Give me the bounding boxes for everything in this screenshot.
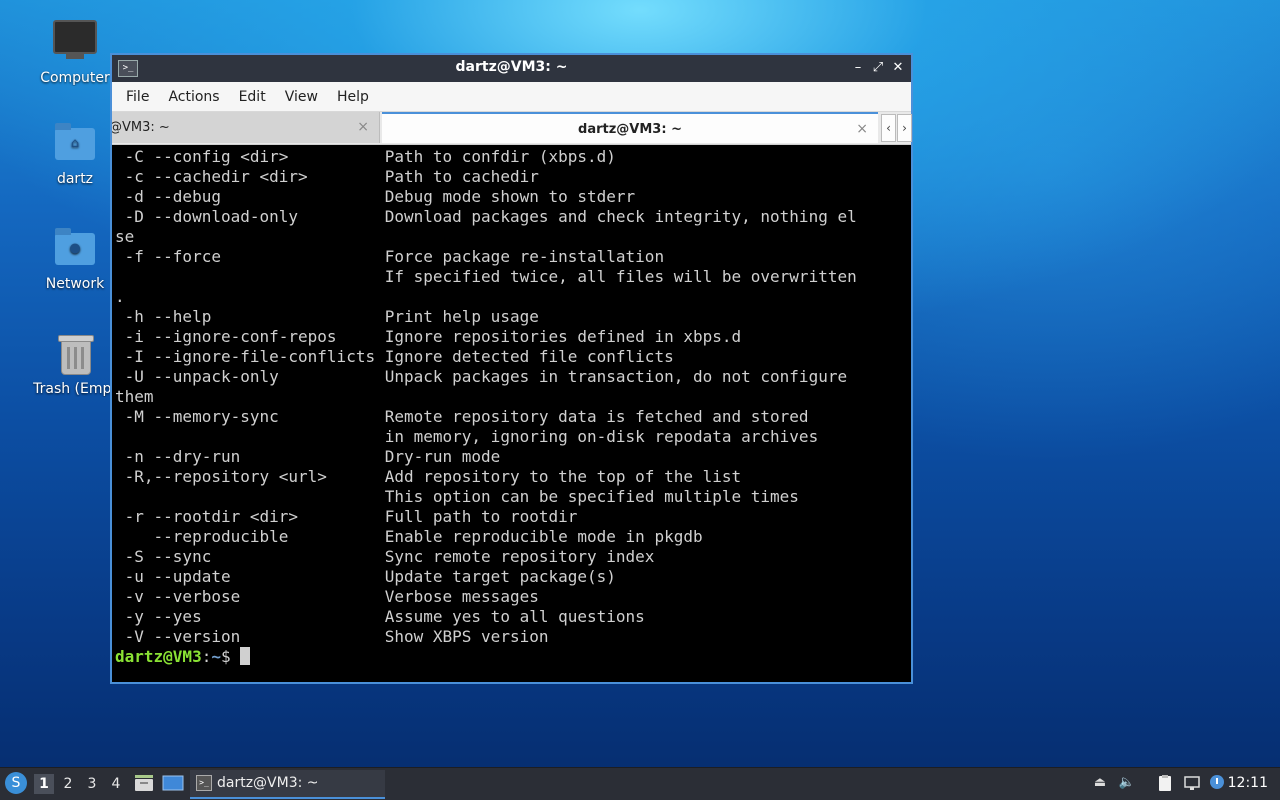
terminal-line: -D --download-only Download packages and…: [115, 207, 857, 226]
terminal-line: in memory, ignoring on-disk repodata arc…: [115, 427, 819, 446]
clock[interactable]: 12:11: [1228, 775, 1268, 791]
network-icon[interactable]: [1183, 774, 1201, 792]
task-label: dartz@VM3: ~: [217, 775, 319, 791]
terminal-line: -n --dry-run Dry-run mode: [115, 447, 501, 466]
prompt-path: ~: [211, 647, 221, 666]
clipboard-icon[interactable]: [1156, 774, 1174, 792]
menu-file[interactable]: File: [118, 89, 157, 105]
tab-bar: @VM3: ~ × dartz@VM3: ~ × ‹ ›: [112, 112, 912, 145]
terminal-line: se: [115, 227, 135, 246]
prompt-colon: :: [201, 647, 212, 666]
terminal-icon: >_: [196, 775, 212, 791]
tab-scroll-right-icon[interactable]: ›: [897, 114, 912, 142]
minimize-button[interactable]: –: [849, 58, 867, 78]
tab-1[interactable]: @VM3: ~ ×: [112, 112, 380, 143]
tab-scroll-left-icon[interactable]: ‹: [881, 114, 896, 142]
workspace-1[interactable]: 1: [34, 774, 54, 794]
terminal-window[interactable]: >_ dartz@VM3: ~ – ⤢ ✕ File Actions Edit …: [110, 53, 913, 684]
network-folder-icon: ●: [52, 226, 98, 272]
terminal-line: -M --memory-sync Remote repository data …: [115, 407, 809, 426]
workspace-2[interactable]: 2: [58, 774, 78, 794]
terminal-line: -r --rootdir <dir> Full path to rootdir: [115, 507, 578, 526]
menu-help[interactable]: Help: [329, 89, 377, 105]
terminal-line: This option can be specified multiple ti…: [115, 487, 799, 506]
terminal-line: -U --unpack-only Unpack packages in tran…: [115, 367, 848, 386]
computer-icon: [52, 20, 98, 66]
terminal-line: .: [115, 287, 125, 306]
maximize-button[interactable]: ⤢: [869, 58, 887, 78]
terminal-line: -R,--repository <url> Add repository to …: [115, 467, 742, 486]
terminal-line: -d --debug Debug mode shown to stderr: [115, 187, 636, 206]
terminal-line: -y --yes Assume yes to all questions: [115, 607, 645, 626]
terminal-line: -C --config <dir> Path to confdir (xbps.…: [115, 147, 616, 166]
terminal-line: --reproducible Enable reproducible mode …: [115, 527, 703, 546]
terminal-line: -V --version Show XBPS version: [115, 627, 549, 646]
close-button[interactable]: ✕: [889, 58, 907, 78]
eject-icon[interactable]: ⏏: [1091, 774, 1109, 792]
menu-actions[interactable]: Actions: [160, 89, 227, 105]
tab-2-active[interactable]: dartz@VM3: ~ ×: [382, 112, 878, 143]
void-logo-icon[interactable]: S: [5, 772, 27, 794]
tab-label: dartz@VM3: ~: [578, 122, 682, 137]
terminal-line: -I --ignore-file-conflicts Ignore detect…: [115, 347, 674, 366]
show-desktop-icon[interactable]: [162, 774, 184, 792]
prompt-line[interactable]: dartz@VM3:~$: [115, 647, 911, 667]
taskbar-item-terminal[interactable]: >_ dartz@VM3: ~: [190, 770, 385, 799]
tab-close-icon[interactable]: ×: [856, 114, 868, 143]
update-notifier-icon[interactable]: [1208, 774, 1226, 792]
tab-label: @VM3: ~: [112, 120, 170, 135]
text-cursor: [240, 647, 251, 665]
workspace-3[interactable]: 3: [82, 774, 102, 794]
tab-close-icon[interactable]: ×: [357, 112, 369, 143]
terminal-line: If specified twice, all files will be ov…: [115, 267, 857, 286]
terminal-line: -v --verbose Verbose messages: [115, 587, 539, 606]
terminal-line: -h --help Print help usage: [115, 307, 539, 326]
trash-icon: [52, 331, 98, 377]
taskbar: S 1 2 3 4 >_ dartz@VM3: ~ ⏏ 🔈 12:11: [0, 767, 1280, 800]
terminal-line: -i --ignore-conf-repos Ignore repositori…: [115, 327, 742, 346]
prompt-symbol: $: [220, 647, 241, 666]
window-titlebar[interactable]: >_ dartz@VM3: ~ – ⤢ ✕: [112, 55, 911, 82]
terminal-line: -f --force Force package re-installation: [115, 247, 665, 266]
window-title: dartz@VM3: ~: [455, 59, 568, 75]
volume-icon[interactable]: 🔈: [1118, 774, 1136, 792]
prompt-user: dartz@VM3: [115, 647, 202, 666]
menu-edit[interactable]: Edit: [231, 89, 274, 105]
file-manager-icon[interactable]: [134, 774, 154, 792]
workspace-4[interactable]: 4: [106, 774, 126, 794]
terminal-output[interactable]: -C --config <dir> Path to confdir (xbps.…: [112, 145, 911, 682]
terminal-line: -S --sync Sync remote repository index: [115, 547, 655, 566]
menubar: File Actions Edit View Help: [112, 82, 911, 112]
terminal-line: them: [115, 387, 154, 406]
home-folder-icon: ⌂: [52, 121, 98, 167]
terminal-line: -u --update Update target package(s): [115, 567, 616, 586]
menu-view[interactable]: View: [277, 89, 326, 105]
terminal-line: -c --cachedir <dir> Path to cachedir: [115, 167, 539, 186]
